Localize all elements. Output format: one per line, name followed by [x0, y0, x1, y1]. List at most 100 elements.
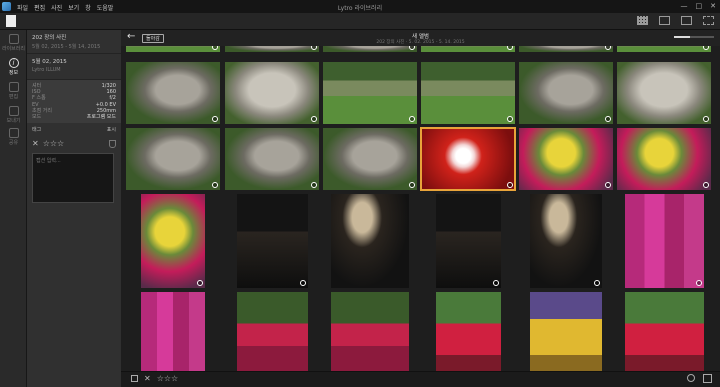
photo-thumbnail[interactable] [225, 62, 319, 124]
photo-thumbnail[interactable] [617, 128, 711, 190]
caption-input[interactable]: 캡션 입력... [32, 153, 114, 204]
photo-thumbnail[interactable] [126, 62, 220, 124]
star-rating[interactable]: ☆☆☆ [43, 139, 65, 148]
info-badge-icon[interactable] [703, 46, 709, 50]
split-view-icon[interactable] [681, 16, 692, 25]
reject-icon[interactable]: ✕ [32, 139, 39, 148]
info-badge-icon[interactable] [605, 182, 611, 188]
photo-thumbnail[interactable] [421, 62, 515, 124]
rotate-icon[interactable] [687, 374, 695, 382]
slider-fill [674, 36, 690, 38]
bottom-bar: ✕ ☆☆☆ [121, 371, 720, 387]
photo-thumbnail[interactable] [225, 46, 319, 52]
sidebar-tab-info[interactable]: i 정보 [0, 56, 27, 78]
photo-thumbnail[interactable] [435, 292, 501, 373]
sidebar-tab-library[interactable]: 라이브러리 [0, 32, 27, 54]
photo-thumbnail[interactable] [141, 194, 205, 288]
photo-thumbnail[interactable] [141, 292, 205, 373]
info-badge-icon[interactable] [212, 116, 218, 122]
share-icon[interactable] [703, 374, 712, 383]
close-button[interactable]: ✕ [710, 2, 716, 10]
select-checkbox[interactable] [131, 375, 138, 382]
info-badge-icon[interactable] [409, 46, 415, 50]
info-badge-icon[interactable] [212, 182, 218, 188]
info-badge-icon[interactable] [594, 280, 600, 286]
exif-row: 모드 프로그램 모드 [32, 114, 116, 121]
sidebar-tab-share[interactable]: 공유 [0, 126, 27, 148]
photo-thumbnail[interactable] [624, 292, 704, 373]
tags-show-link[interactable]: 표시 [107, 126, 116, 133]
photo-thumbnail[interactable] [236, 194, 308, 288]
flag-icon[interactable] [109, 139, 116, 148]
new-album-icon[interactable] [6, 15, 16, 27]
left-sidebar: 라이브러리 i 정보 편집 보내기 공유 [0, 30, 27, 387]
photo-thumbnail[interactable] [323, 62, 417, 124]
photo-thumbnail[interactable] [331, 292, 409, 373]
photo-thumbnail[interactable] [421, 46, 515, 52]
photo-thumbnail[interactable] [225, 128, 319, 190]
info-badge-icon[interactable] [409, 182, 415, 188]
exif-table: 셔터 1/320 ISO 160 F 스톱 f/2 EV +0.0 EV 초점 거리 25… [27, 80, 121, 124]
photo-thumbnail[interactable] [420, 127, 516, 191]
photo-thumbnail[interactable] [617, 62, 711, 124]
info-badge-icon[interactable] [197, 280, 203, 286]
maximize-button[interactable]: □ [696, 2, 703, 10]
info-badge-icon[interactable] [605, 46, 611, 50]
info-badge-icon[interactable] [605, 116, 611, 122]
top-toolbar [0, 13, 720, 30]
info-badge-icon[interactable] [311, 182, 317, 188]
photo-thumbnail[interactable] [331, 194, 409, 288]
grid-view-icon[interactable] [637, 16, 648, 25]
info-badge-icon[interactable] [409, 116, 415, 122]
export-icon [8, 106, 19, 116]
info-badge-icon[interactable] [492, 280, 499, 286]
photo-thumbnail[interactable] [530, 292, 602, 373]
sidebar-tab-export[interactable]: 보내기 [0, 104, 27, 126]
info-badge-icon[interactable] [507, 46, 513, 50]
filmstrip-view-icon[interactable] [659, 16, 670, 25]
footer-star-rating[interactable]: ☆☆☆ [157, 374, 179, 383]
sidebar-tab-label: 편집 [8, 94, 19, 100]
share-icon [8, 128, 19, 138]
menu-bar: 파일 편집 사진 보기 창 도움말 Lytro 라이브러리 — □ ✕ [0, 0, 720, 13]
info-badge-icon[interactable] [507, 182, 513, 188]
thumbnail-size-slider[interactable] [674, 36, 714, 38]
photo-grid-area: ← 돌아감 새 앨범 202 장의 사진 · 5. 02. 2015 - 5. … [121, 30, 720, 387]
camera-model: Lytro ILLUM [32, 67, 61, 73]
info-panel: 202 장의 사진 5월 02, 2015 - 5월 14, 2015 5월 0… [27, 30, 121, 387]
photo-thumbnail[interactable] [617, 46, 711, 52]
photo-thumbnail[interactable] [323, 46, 417, 52]
fullscreen-icon[interactable] [703, 16, 714, 25]
photo-thumbnail[interactable] [519, 62, 613, 124]
info-badge-icon[interactable] [311, 46, 317, 50]
info-badge-icon[interactable] [703, 182, 709, 188]
minimize-button[interactable]: — [681, 2, 688, 10]
info-badge-icon[interactable] [311, 116, 317, 122]
photo-thumbnail[interactable] [435, 194, 501, 288]
photo-thumbnail[interactable] [519, 46, 613, 52]
photo-thumbnail[interactable] [236, 292, 308, 373]
tags-row: 태그 표시 [27, 123, 121, 136]
sidebar-tab-label: 정보 [8, 70, 19, 76]
album-title: 202 장의 사진 [32, 35, 67, 41]
info-badge-icon[interactable] [695, 280, 702, 286]
photo-thumbnail[interactable] [126, 128, 220, 190]
photo-thumbnail[interactable] [530, 194, 602, 288]
album-header: ← 돌아감 새 앨범 202 장의 사진 · 5. 02. 2015 - 5. … [121, 30, 720, 46]
photo-thumbnail[interactable] [126, 46, 220, 52]
photo-thumbnail[interactable] [519, 128, 613, 190]
rating-row: ✕ ☆☆☆ [27, 136, 121, 151]
sidebar-tab-edit[interactable]: 편집 [0, 80, 27, 102]
info-badge-icon[interactable] [212, 46, 218, 50]
info-badge-icon[interactable] [507, 116, 513, 122]
adjust-icon [8, 82, 19, 92]
tags-label: 태그 [32, 127, 42, 134]
sidebar-tab-label: 라이브러리 [1, 46, 25, 52]
reject-icon[interactable]: ✕ [144, 374, 151, 383]
photo-thumbnail[interactable] [323, 128, 417, 190]
info-badge-icon[interactable] [703, 116, 709, 122]
photo-thumbnail[interactable] [624, 194, 704, 288]
photo-date: 5월 02, 2015 [32, 59, 67, 65]
library-icon [8, 34, 19, 44]
info-badge-icon[interactable] [299, 280, 306, 286]
